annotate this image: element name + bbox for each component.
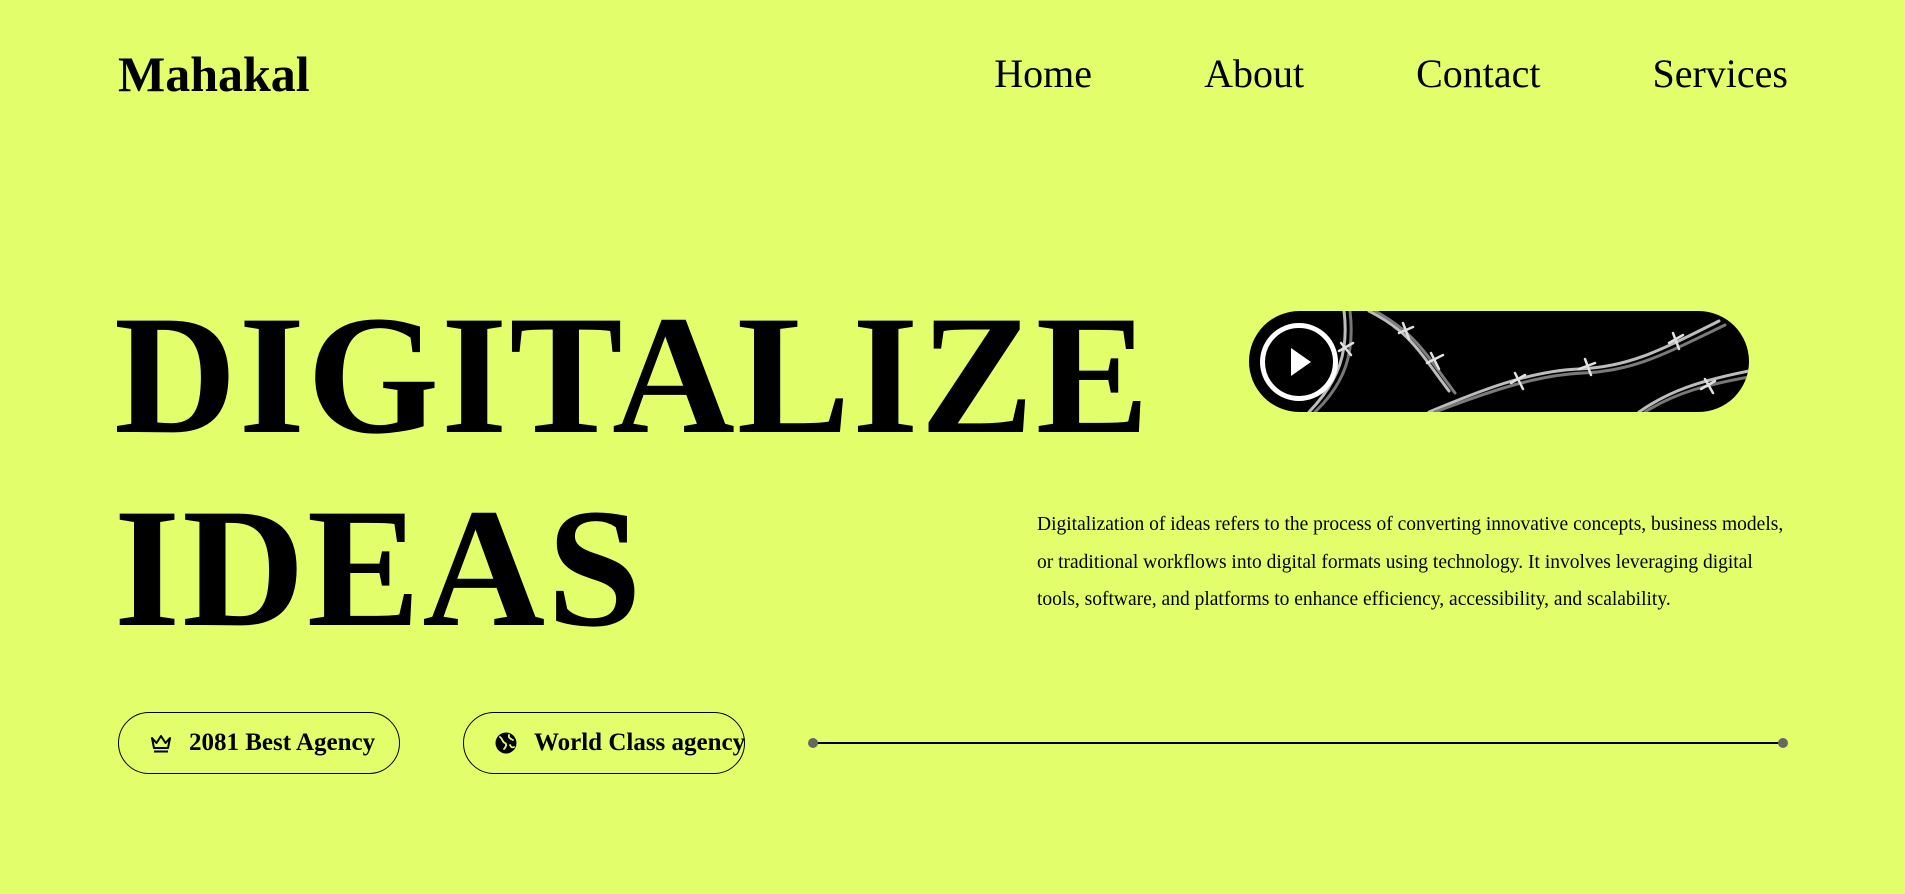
play-icon bbox=[1291, 348, 1311, 376]
divider-dot-left bbox=[808, 738, 818, 748]
world-class-badge[interactable]: World Class agency bbox=[463, 712, 745, 774]
nav-link-about[interactable]: About bbox=[1204, 48, 1304, 100]
play-button[interactable] bbox=[1260, 323, 1338, 401]
main-nav: Home About Contact Services bbox=[994, 48, 1788, 100]
site-logo[interactable]: Mahakal bbox=[118, 44, 310, 104]
decorative-divider bbox=[808, 737, 1788, 749]
badge-label: World Class agency bbox=[534, 729, 746, 756]
hero-headline-line-2: IDEAS bbox=[114, 474, 644, 662]
nav-link-contact[interactable]: Contact bbox=[1416, 48, 1540, 100]
nav-link-services[interactable]: Services bbox=[1652, 48, 1788, 100]
crown-icon bbox=[149, 731, 173, 755]
video-preview[interactable] bbox=[1249, 311, 1749, 412]
divider-dot-right bbox=[1778, 738, 1788, 748]
landing-page: Mahakal Home About Contact Services DIGI… bbox=[0, 0, 1905, 894]
globe-icon bbox=[494, 731, 518, 755]
hero-description: Digitalization of ideas refers to the pr… bbox=[1037, 514, 1784, 610]
hero-headline-line-1: DIGITALIZE bbox=[114, 281, 1152, 469]
divider-line bbox=[814, 742, 1782, 744]
best-agency-badge[interactable]: 2081 Best Agency bbox=[118, 712, 400, 774]
badge-label: 2081 Best Agency bbox=[189, 729, 376, 756]
nav-link-home[interactable]: Home bbox=[994, 48, 1092, 100]
